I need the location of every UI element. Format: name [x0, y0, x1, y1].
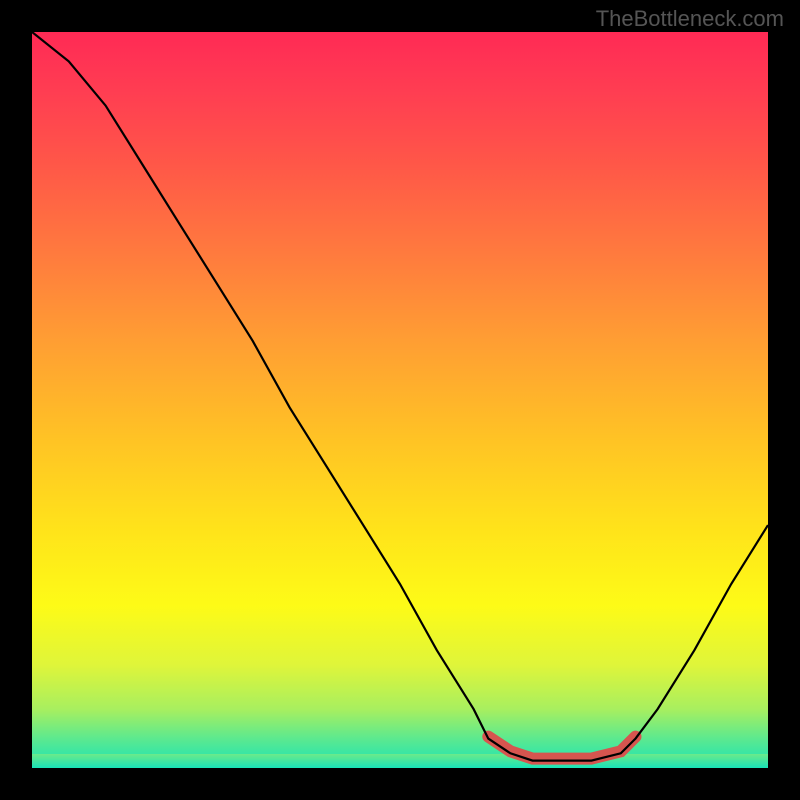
chart-container: TheBottleneck.com — [0, 0, 800, 800]
bottleneck-curve-line — [32, 32, 768, 761]
plot-area — [32, 32, 768, 768]
curve-svg — [32, 32, 768, 768]
watermark-text: TheBottleneck.com — [596, 6, 784, 32]
